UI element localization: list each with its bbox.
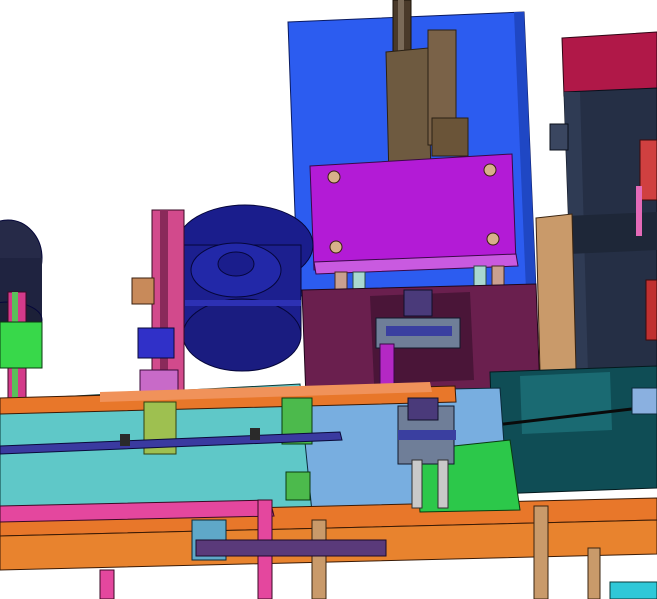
cad-assembly-scene bbox=[0, 0, 657, 599]
magenta-press-plate bbox=[309, 153, 519, 275]
vibratory-bowl bbox=[176, 204, 314, 372]
tan-side-panel bbox=[535, 213, 577, 373]
